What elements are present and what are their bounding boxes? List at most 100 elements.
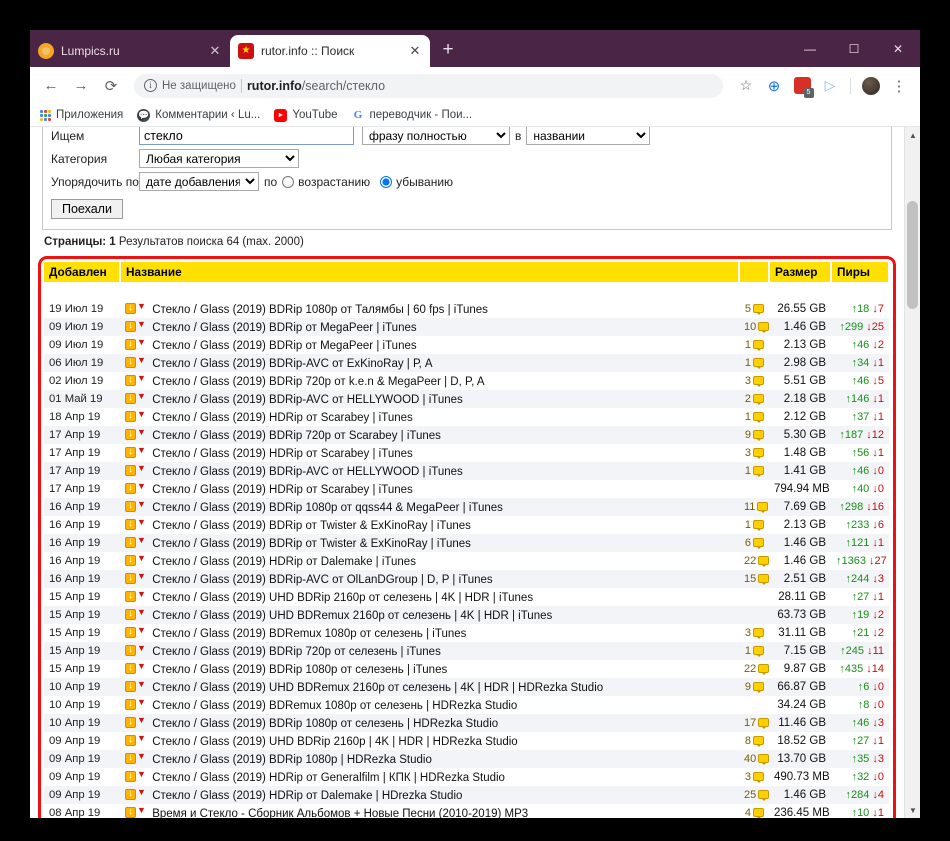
torrent-title-link[interactable]: Стекло / Glass (2019) BDRip 1080p от Тал…	[152, 304, 488, 316]
cell-comments[interactable]: 3	[739, 444, 769, 462]
magnet-link-icon[interactable]	[137, 463, 148, 476]
magnet-link-icon[interactable]	[137, 517, 148, 530]
torrent-title-link[interactable]: Стекло / Glass (2019) BDRip-AVC от ExKin…	[152, 358, 432, 370]
torrent-title-link[interactable]: Стекло / Glass (2019) BDRip-AVC от HELLY…	[152, 394, 463, 406]
magnet-link-icon[interactable]	[137, 733, 148, 746]
table-row[interactable]: 10 Апр 19 Стекло / Glass (2019) BDRemux …	[44, 696, 889, 714]
table-row[interactable]: 09 Апр 19 Стекло / Glass (2019) HDRip от…	[44, 786, 889, 804]
column-header-comments[interactable]	[739, 262, 770, 282]
magnet-link-icon[interactable]	[137, 643, 148, 656]
torrent-title-link[interactable]: Стекло / Glass (2019) BDRip от Twister &…	[152, 538, 471, 550]
magnet-link-icon[interactable]	[137, 409, 148, 422]
current-page[interactable]: 1	[109, 236, 115, 248]
table-row[interactable]: 16 Апр 19 Стекло / Glass (2019) BDRip 10…	[44, 498, 889, 516]
scroll-up-icon[interactable]: ▲	[905, 127, 920, 143]
cell-comments[interactable]: 3	[739, 372, 769, 390]
download-icon[interactable]	[125, 373, 136, 386]
torrent-title-link[interactable]: Стекло / Glass (2019) BDRip от Twister &…	[152, 520, 471, 532]
torrent-title-link[interactable]: Стекло / Glass (2019) BDRip 720p от k.e.…	[152, 376, 484, 388]
torrent-title-link[interactable]: Стекло / Glass (2019) BDRip 1080p от сел…	[152, 718, 498, 730]
download-icon[interactable]	[125, 481, 136, 494]
table-row[interactable]: 15 Апр 19 Стекло / Glass (2019) BDRemux …	[44, 624, 889, 642]
table-row[interactable]: 09 Апр 19 Стекло / Glass (2019) UHD BDRi…	[44, 732, 889, 750]
download-icon[interactable]	[125, 769, 136, 782]
torrent-title-link[interactable]: Стекло / Glass (2019) HDRip от Dalemake …	[152, 790, 462, 802]
download-icon[interactable]	[125, 715, 136, 728]
download-icon[interactable]	[125, 661, 136, 674]
cell-name[interactable]: Стекло / Glass (2019) BDRip 720p от Scar…	[120, 426, 739, 444]
torrent-title-link[interactable]: Стекло / Glass (2019) UHD BDRemux 2160p …	[152, 610, 552, 622]
download-icon[interactable]	[125, 697, 136, 710]
magnet-link-icon[interactable]	[137, 697, 148, 710]
cell-name[interactable]: Стекло / Glass (2019) HDRip от Dalemake …	[120, 552, 739, 570]
column-header-size[interactable]: Размер	[769, 262, 832, 282]
magnet-link-icon[interactable]	[137, 625, 148, 638]
cell-comments[interactable]: 6	[739, 534, 769, 552]
cell-name[interactable]: Стекло / Glass (2019) HDRip от Scarabey …	[120, 408, 739, 426]
download-icon[interactable]	[125, 553, 136, 566]
page-scrollbar[interactable]: ▲ ▼	[904, 127, 920, 818]
minimize-button[interactable]: —	[788, 34, 832, 64]
cell-name[interactable]: Стекло / Glass (2019) BDRip от MegaPeer …	[120, 336, 739, 354]
bookmark-comments[interactable]: 💬 Комментарии ‹ Lu...	[137, 108, 260, 122]
bookmark-star-icon[interactable]: ☆	[733, 73, 759, 99]
magnet-link-icon[interactable]	[137, 715, 148, 728]
cell-comments[interactable]: 22	[739, 660, 769, 678]
cell-comments[interactable]: 1	[739, 642, 769, 660]
avatar[interactable]	[858, 73, 884, 99]
phrase-mode-select[interactable]: фразу полностью	[362, 127, 510, 145]
cell-name[interactable]: Стекло / Glass (2019) BDRip 1080p от сел…	[120, 660, 739, 678]
cell-name[interactable]: Стекло / Glass (2019) BDRip-AVC от ExKin…	[120, 354, 739, 372]
table-row[interactable]: 15 Апр 19 Стекло / Glass (2019) UHD BDRi…	[44, 588, 889, 606]
cell-comments[interactable]: 2	[739, 390, 769, 408]
download-icon[interactable]	[125, 787, 136, 800]
magnet-link-icon[interactable]	[137, 319, 148, 332]
cell-comments[interactable]: 1	[739, 462, 769, 480]
table-row[interactable]: 06 Июл 19 Стекло / Glass (2019) BDRip-AV…	[44, 354, 889, 372]
magnet-link-icon[interactable]	[137, 787, 148, 800]
table-row[interactable]: 18 Апр 19 Стекло / Glass (2019) HDRip от…	[44, 408, 889, 426]
table-row[interactable]: 01 Май 19 Стекло / Glass (2019) BDRip-AV…	[44, 390, 889, 408]
table-row[interactable]: 15 Апр 19 Стекло / Glass (2019) BDRip 72…	[44, 642, 889, 660]
submit-search-button[interactable]: Поехали	[51, 199, 123, 219]
address-bar[interactable]: i Не защищено rutor.info/search/стекло	[134, 73, 723, 98]
download-icon[interactable]	[125, 571, 136, 584]
download-icon[interactable]	[125, 679, 136, 692]
magnet-link-icon[interactable]	[137, 481, 148, 494]
download-icon[interactable]	[125, 805, 136, 818]
search-field-select[interactable]: названии	[526, 127, 651, 145]
order-desc-radio[interactable]	[380, 175, 393, 188]
torrent-title-link[interactable]: Стекло / Glass (2019) BDRip 720p от селе…	[152, 646, 441, 658]
cell-comments[interactable]: 1	[739, 408, 769, 426]
magnet-link-icon[interactable]	[137, 661, 148, 674]
cell-comments[interactable]: 3	[739, 624, 769, 642]
magnet-link-icon[interactable]	[137, 355, 148, 368]
table-row[interactable]: 16 Апр 19 Стекло / Glass (2019) BDRip-AV…	[44, 570, 889, 588]
order-desc-radio-wrap[interactable]: убыванию	[380, 175, 453, 189]
chrome-menu-icon[interactable]: ⋮	[886, 73, 912, 99]
magnet-link-icon[interactable]	[137, 769, 148, 782]
column-header-added[interactable]: Добавлен	[44, 262, 121, 282]
table-row[interactable]: 16 Апр 19 Стекло / Glass (2019) HDRip от…	[44, 552, 889, 570]
download-icon[interactable]	[125, 355, 136, 368]
scroll-down-icon[interactable]: ▼	[905, 802, 920, 818]
table-row[interactable]: 10 Апр 19 Стекло / Glass (2019) UHD BDRe…	[44, 678, 889, 696]
torrent-title-link[interactable]: Стекло / Glass (2019) BDRip 1080p от qqs…	[152, 502, 503, 514]
table-row[interactable]: 10 Апр 19 Стекло / Glass (2019) BDRip 10…	[44, 714, 889, 732]
torrent-title-link[interactable]: Стекло / Glass (2019) UHD BDRip 2160p | …	[152, 736, 517, 748]
cell-comments[interactable]: 1	[739, 336, 769, 354]
table-row[interactable]: 02 Июл 19 Стекло / Glass (2019) BDRip 72…	[44, 372, 889, 390]
cell-comments[interactable]: 1	[739, 354, 769, 372]
torrent-title-link[interactable]: Стекло / Glass (2019) HDRip от Generalfi…	[152, 772, 505, 784]
table-row[interactable]: 09 Апр 19 Стекло / Glass (2019) BDRip 10…	[44, 750, 889, 768]
torrent-title-link[interactable]: Стекло / Glass (2019) HDRip от Scarabey …	[152, 412, 413, 424]
download-icon[interactable]	[125, 337, 136, 350]
torrent-title-link[interactable]: Стекло / Glass (2019) BDRip от MegaPeer …	[152, 340, 416, 352]
magnet-link-icon[interactable]	[137, 337, 148, 350]
cell-name[interactable]: Стекло / Glass (2019) BDRip 1080p | HDRe…	[120, 750, 739, 768]
cell-name[interactable]: Стекло / Glass (2019) HDRip от Dalemake …	[120, 786, 739, 804]
table-row[interactable]: 16 Апр 19 Стекло / Glass (2019) BDRip от…	[44, 534, 889, 552]
cell-name[interactable]: Стекло / Glass (2019) BDRip 1080p от сел…	[120, 714, 739, 732]
cell-name[interactable]: Стекло / Glass (2019) HDRip от Generalfi…	[120, 768, 739, 786]
cell-comments[interactable]: 9	[739, 678, 769, 696]
